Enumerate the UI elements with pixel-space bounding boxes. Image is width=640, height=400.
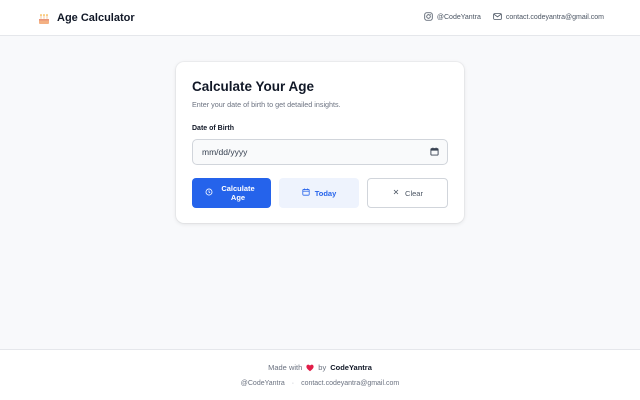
made-with-line: Made with by CodeYantra xyxy=(0,363,640,372)
calculate-age-button[interactable]: Calculate Age xyxy=(192,178,271,208)
calendar-picker-icon[interactable] xyxy=(430,147,439,158)
footer-separator: · xyxy=(291,380,295,387)
footer-instagram-link[interactable]: @CodeYantra xyxy=(241,380,285,387)
made-with-text: Made with xyxy=(268,363,303,372)
action-buttons: Calculate Age Today Clear xyxy=(192,178,448,208)
email-address: contact.codeyantra@gmail.com xyxy=(505,14,604,21)
age-calculator-card: Calculate Your Age Enter your date of bi… xyxy=(176,62,464,223)
by-text: by xyxy=(318,363,327,372)
dob-placeholder: mm/dd/yyyy xyxy=(202,147,248,157)
today-label: Today xyxy=(314,188,337,198)
footer-links: @CodeYantra · contact.codeyantra@gmail.c… xyxy=(0,380,640,387)
calculate-age-label: Calculate Age xyxy=(221,184,255,202)
card-title: Calculate Your Age xyxy=(192,79,315,94)
today-button[interactable]: Today xyxy=(279,178,359,208)
instagram-handle: @CodeYantra xyxy=(436,14,481,21)
email-link[interactable]: contact.codeyantra@gmail.com xyxy=(493,12,604,23)
cake-icon xyxy=(38,12,50,24)
brand[interactable]: Age Calculator xyxy=(38,12,135,24)
card-subtitle: Enter your date of birth to get detailed… xyxy=(192,100,341,109)
close-icon xyxy=(392,188,400,198)
calendar-icon xyxy=(302,188,310,198)
footer-email-link[interactable]: contact.codeyantra@gmail.com xyxy=(301,380,399,387)
clear-label: Clear xyxy=(405,188,423,198)
instagram-icon xyxy=(424,12,433,23)
clock-icon xyxy=(205,188,213,198)
dob-label: Date of Birth xyxy=(192,125,234,132)
clear-button[interactable]: Clear xyxy=(367,178,448,208)
footer-brand[interactable]: CodeYantra xyxy=(330,363,372,372)
app-title: Age Calculator xyxy=(57,11,135,24)
header-links: @CodeYantra contact.codeyantra@gmail.com xyxy=(424,12,604,23)
instagram-link[interactable]: @CodeYantra xyxy=(424,12,481,23)
dob-input[interactable]: mm/dd/yyyy xyxy=(192,139,448,165)
app-footer: Made with by CodeYantra @CodeYantra · co… xyxy=(0,349,640,400)
app-header: Age Calculator @CodeYantra contact.codey… xyxy=(0,0,640,36)
mail-icon xyxy=(493,12,502,23)
heart-icon xyxy=(306,364,314,372)
